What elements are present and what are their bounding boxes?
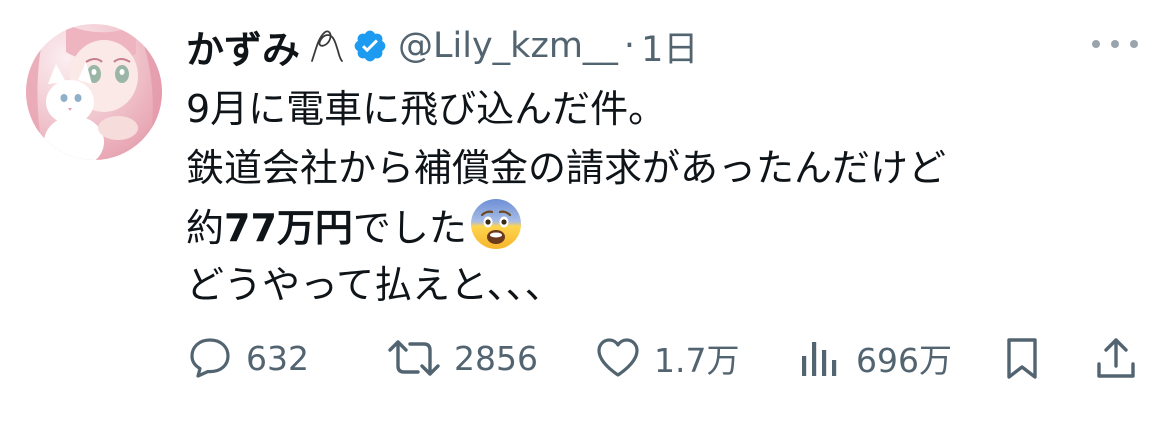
tweet-line-1: 9月に電車に飛び込んだ件。 [186,87,667,131]
tweet-line-2: 鉄道会社から補償金の請求があったんだけど [186,145,947,190]
tweet-timestamp[interactable]: 1日 [641,21,698,72]
like-count: 1.7万 [654,341,740,380]
tweet-line-3-prefix: 約 [186,206,225,250]
tweet-actions-bar: 632 2856 1.7万 696万 [186,330,1146,386]
tweet-line-3-suffix: でした [352,206,467,250]
tweet-amount-bold: 77万円 [224,206,353,250]
header-separator: · [623,26,636,66]
bookmark-icon [1007,338,1037,379]
avatar-image [26,24,162,160]
views-button[interactable]: 696万 [796,330,952,386]
share-button[interactable] [1092,330,1140,386]
bar-chart-icon [802,342,837,376]
repost-button[interactable]: 2856 [386,330,538,386]
repost-count: 2856 [454,338,538,378]
repost-arrows-icon [388,340,440,376]
more-dot-icon [1111,40,1119,48]
author-display-name[interactable]: かずみ [186,19,300,74]
heart-icon [597,338,639,377]
tweet-text: 9月に電車に飛び込んだ件。 鉄道会社から補償金の請求があったんだけど 約77万円… [186,80,946,314]
tweet-line-3: 約77万円でした [186,197,946,256]
verified-badge-icon[interactable] [352,28,388,64]
author-handle[interactable]: @Lily_kzm__ [398,26,618,66]
reply-count: 632 [246,338,309,378]
like-button[interactable]: 1.7万 [594,330,739,386]
tweet-line-4: どうやって払えと、、、 [186,262,563,307]
views-count: 696万 [856,341,952,380]
bookmark-button[interactable] [998,330,1046,386]
fearful-face-emoji-icon [469,197,523,251]
more-options-button[interactable] [1092,30,1138,58]
tweet-header: かずみ @Lily_kzm__ · 1日 [186,20,698,72]
more-dot-icon [1092,40,1100,48]
reply-button[interactable]: 632 [186,330,309,386]
speech-bubble-icon [190,338,230,378]
more-dot-icon [1130,40,1138,48]
share-upload-icon [1097,338,1135,378]
ribbon-emoji-icon [306,25,348,67]
avatar[interactable] [26,24,162,160]
